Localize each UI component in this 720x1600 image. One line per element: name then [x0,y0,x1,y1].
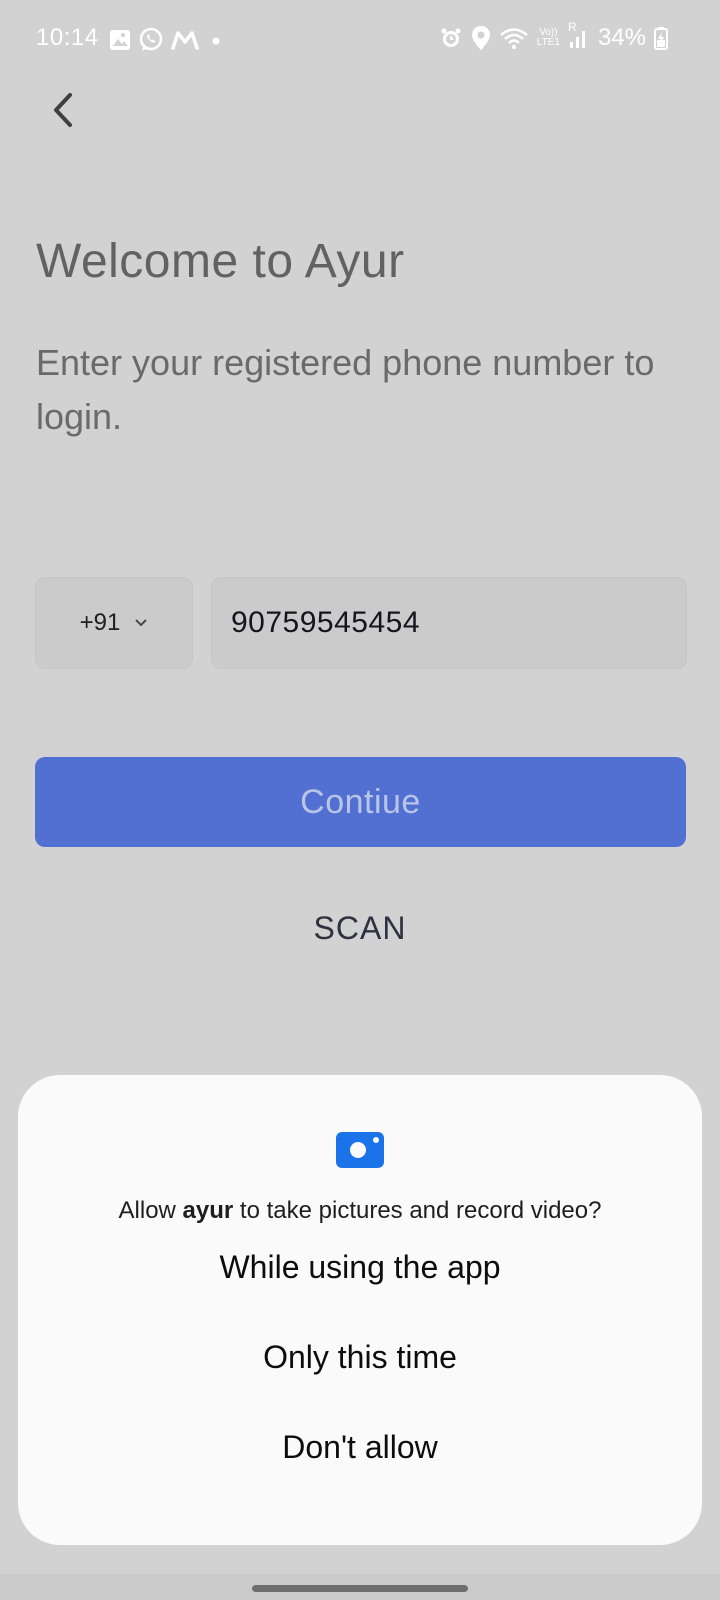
permission-prompt: Allow ayur to take pictures and record v… [18,1197,702,1225]
continue-button-label: Contiue [300,782,421,821]
roaming-label: R [567,20,577,34]
country-code-value: +91 [79,609,121,636]
dont-allow-button[interactable]: Don't allow [60,1412,660,1482]
prompt-prefix: Allow [118,1197,183,1224]
page-title: Welcome to Ayur [36,235,405,288]
home-gesture-handle[interactable] [252,1585,468,1592]
login-screen: 10:14 Vo)) LTE1 R 34% Welcome to Ayur En… [0,0,720,1600]
signal-icon: R [567,20,590,52]
gmail-icon [170,26,200,54]
scan-button-label: SCAN [313,909,407,946]
phone-number-value: 90759545454 [231,606,421,639]
allow-while-using-button[interactable]: While using the app [60,1232,660,1302]
chevron-left-icon [54,93,72,127]
dont-allow-label: Don't allow [282,1428,438,1465]
more-notifications-dot-icon [206,26,226,54]
wifi-icon [499,24,529,52]
continue-button[interactable]: Contiue [35,757,686,847]
battery-charging-icon [654,24,668,52]
allow-only-this-time-button[interactable]: Only this time [60,1322,660,1392]
notification-icons [108,26,226,54]
page-subtitle: Enter your registered phone number to lo… [36,342,655,437]
chevron-down-icon [135,619,148,627]
alarm-icon [439,24,463,52]
lte-label: LTE1 [536,37,560,48]
back-button[interactable] [40,84,84,136]
prompt-suffix: to take pictures and record video? [233,1197,602,1224]
whatsapp-icon [138,26,164,54]
system-icons: Vo)) LTE1 R 34% [439,20,668,52]
status-bar: 10:14 Vo)) LTE1 R 34% [0,0,720,80]
camera-icon [335,1129,385,1169]
camera-permission-dialog: Allow ayur to take pictures and record v… [18,1075,702,1545]
status-time: 10:14 [36,24,99,51]
location-icon [471,24,491,52]
scan-button[interactable]: SCAN [260,900,460,956]
country-code-select[interactable]: +91 [35,577,193,669]
phone-number-input[interactable]: 90759545454 [211,577,687,669]
volte-lte-indicator: Vo)) LTE1 [537,24,560,52]
prompt-app-name: ayur [182,1197,234,1224]
allow-while-using-label: While using the app [219,1248,501,1285]
allow-only-this-time-label: Only this time [263,1338,457,1375]
battery-percentage: 34% [597,24,646,51]
gallery-icon [108,26,132,54]
